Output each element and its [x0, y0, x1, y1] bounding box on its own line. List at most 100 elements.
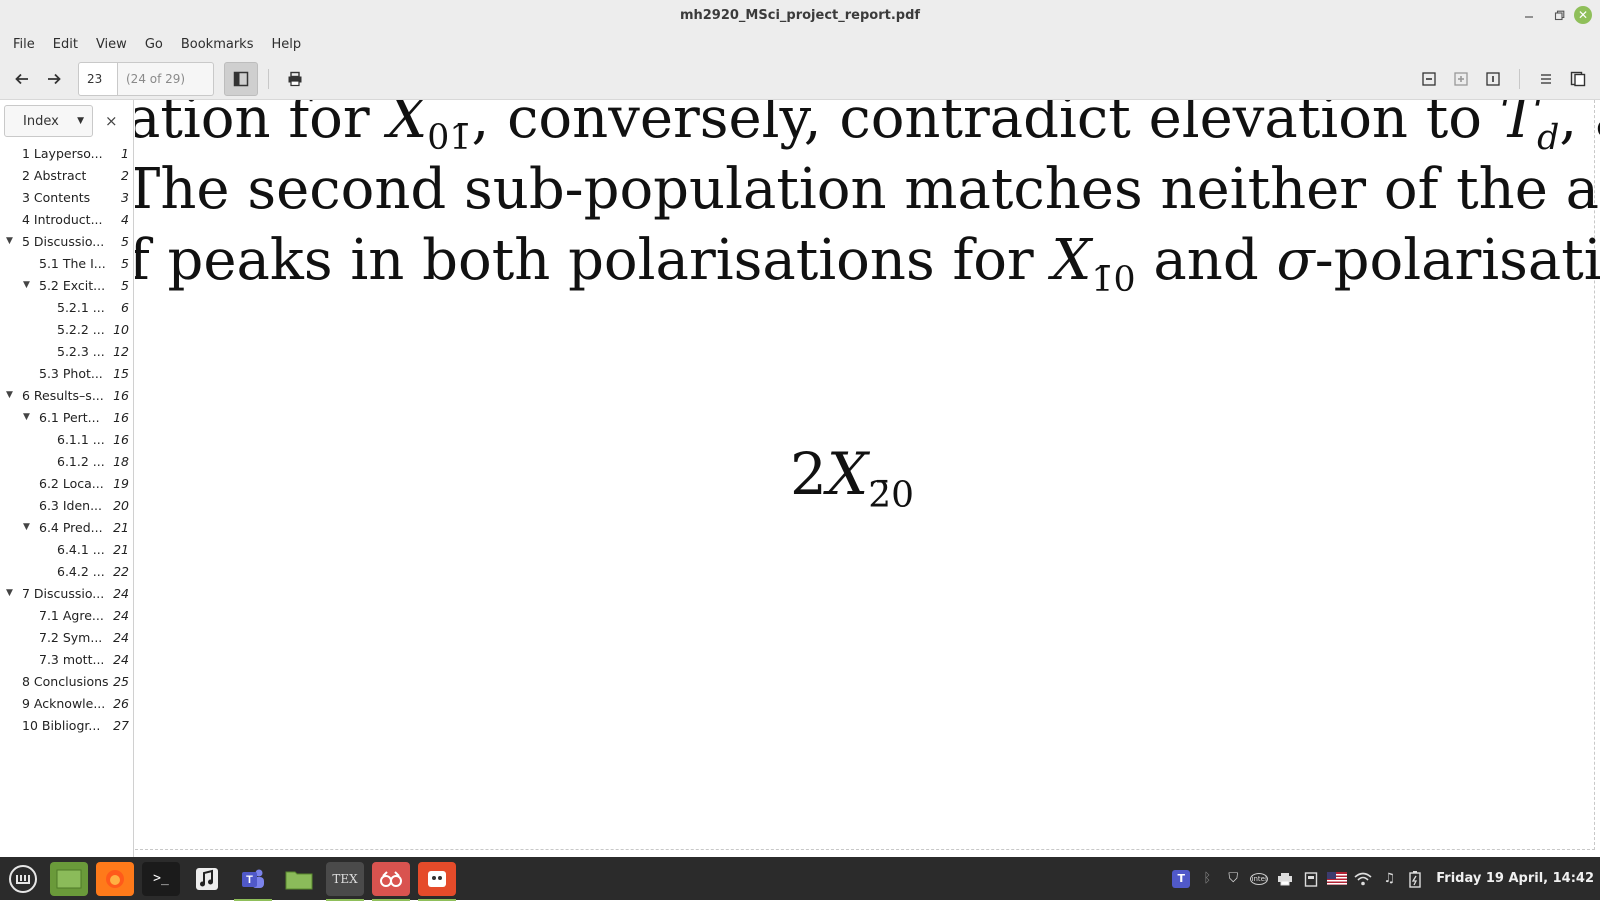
toc-item[interactable]: 5.3 Phot... 15	[0, 362, 133, 384]
toc-item-page: 16	[113, 387, 129, 403]
us-flag-icon[interactable]	[1326, 868, 1348, 890]
intel-icon[interactable]: intel	[1248, 868, 1270, 890]
toc-item-page: 16	[113, 409, 129, 425]
toc-item[interactable]: 9 Acknowle... 26	[0, 692, 133, 714]
sound-icon[interactable]: ♫	[1378, 868, 1400, 890]
toc-item[interactable]: ▼ 6.4 Pred... 21	[0, 516, 133, 538]
shield-icon[interactable]: ⛉	[1222, 868, 1244, 890]
terminal-icon[interactable]: >_	[142, 861, 180, 896]
expander-arrow-icon[interactable]: ▼	[6, 236, 16, 246]
toc-item[interactable]: 8 Conclusions 25	[0, 670, 133, 692]
toc-item-label: 3 Contents	[22, 189, 91, 205]
toc-item[interactable]: ▼ 6.1 Pert... 16	[0, 406, 133, 428]
document-text-line: ation for X01̄, conversely, contradict e…	[135, 100, 1600, 159]
dropdown-arrow-icon: ▼	[77, 116, 84, 126]
fit-page-icon[interactable]	[1477, 63, 1509, 95]
toc-item-label: 6.1.2 ...	[57, 453, 105, 469]
toc-item[interactable]: ▼ 5.2 Excit... 5	[0, 274, 133, 296]
sidebar-toggle-button[interactable]	[224, 61, 258, 96]
menu-icon[interactable]	[4, 862, 42, 896]
toolbar-separator	[268, 68, 269, 89]
toc-item[interactable]: ▼ 5 Discussio... 5	[0, 230, 133, 252]
toc-item-label: 6.1 Pert...	[39, 409, 100, 425]
toc-item[interactable]: 10 Bibliogr... 27	[0, 714, 133, 736]
expander-arrow-icon[interactable]: ▼	[23, 522, 33, 532]
toc-item[interactable]: ▼ 6 Results–s... 16	[0, 384, 133, 406]
close-icon[interactable]: ✕	[1574, 6, 1592, 24]
battery-icon[interactable]	[1404, 868, 1426, 890]
expander-arrow-icon[interactable]: ▼	[23, 412, 33, 422]
toc-item-page: 2	[121, 167, 129, 183]
toc-item[interactable]: 5.2.3 ... 12	[0, 340, 133, 362]
dual-page-icon[interactable]	[1562, 63, 1594, 95]
gimp-icon[interactable]	[418, 861, 456, 901]
continuous-scroll-icon[interactable]	[1530, 63, 1562, 95]
toc-item-page: 24	[113, 651, 129, 667]
document-text-line: The second sub-population matches neithe…	[135, 157, 1600, 222]
expander-arrow-icon[interactable]: ▼	[6, 390, 16, 400]
toc-item-page: 15	[113, 365, 129, 381]
toc-item[interactable]: 4 Introduct... 4	[0, 208, 133, 230]
bluetooth-icon[interactable]: ᛒ	[1196, 868, 1218, 890]
sidebar-mode-select[interactable]: Index ▼	[4, 105, 93, 137]
toc-item-label: 5.2.1 ...	[57, 299, 105, 315]
menu-view[interactable]: View	[87, 37, 136, 52]
toc-item[interactable]: 5.2.2 ... 10	[0, 318, 133, 340]
toc-item-page: 24	[113, 607, 129, 623]
menu-help[interactable]: Help	[262, 37, 310, 52]
music-icon[interactable]	[188, 862, 226, 896]
menu-bookmarks[interactable]: Bookmarks	[172, 37, 263, 52]
toc-item[interactable]: 5.1 The I... 5	[0, 252, 133, 274]
menu-go[interactable]: Go	[136, 37, 172, 52]
toc-item[interactable]: 3 Contents 3	[0, 186, 133, 208]
toc-item[interactable]: 6.3 Iden... 20	[0, 494, 133, 516]
print-icon[interactable]	[279, 63, 311, 95]
page-number-input[interactable]: 23	[78, 61, 118, 96]
document-view[interactable]: ation for X01̄, conversely, contradict e…	[135, 100, 1600, 857]
pdf-reader-icon[interactable]	[372, 861, 410, 901]
clipboard-icon[interactable]	[1300, 868, 1322, 890]
toc-item[interactable]: 2 Abstract 2	[0, 164, 133, 186]
toc-item[interactable]: 7.2 Sym... 24	[0, 626, 133, 648]
toc-item[interactable]: 6.1.1 ... 16	[0, 428, 133, 450]
system-tray: T ᛒ ⛉ intel ♫ Friday 19 April, 14:42	[1168, 857, 1600, 900]
toc-item[interactable]: 6.1.2 ... 18	[0, 450, 133, 472]
toc-item[interactable]: 6.4.2 ... 22	[0, 560, 133, 582]
toc-item-page: 18	[113, 453, 129, 469]
wifi-icon[interactable]	[1352, 868, 1374, 890]
forward-arrow-icon[interactable]	[38, 63, 70, 95]
toc-item-label: 5.3 Phot...	[39, 365, 103, 381]
sidebar-close-icon[interactable]: ×	[105, 112, 118, 130]
toc-item[interactable]: 5.2.1 ... 6	[0, 296, 133, 318]
toc-item-label: 5.2.3 ...	[57, 343, 105, 359]
desktop-icon[interactable]	[50, 861, 88, 896]
clock[interactable]: Friday 19 April, 14:42	[1436, 871, 1594, 886]
firefox-icon[interactable]	[96, 861, 134, 896]
teams-tray-icon[interactable]: T	[1170, 868, 1192, 890]
toc-item[interactable]: 6.4.1 ... 21	[0, 538, 133, 560]
toc-item[interactable]: 7.3 mott... 24	[0, 648, 133, 670]
toc-item[interactable]: 6.2 Loca... 19	[0, 472, 133, 494]
expander-arrow-icon[interactable]: ▼	[23, 280, 33, 290]
printer-icon[interactable]	[1274, 868, 1296, 890]
zoom-out-icon[interactable]	[1413, 63, 1445, 95]
toc-item[interactable]: ▼ 7 Discussio... 24	[0, 582, 133, 604]
zoom-in-icon[interactable]	[1445, 63, 1477, 95]
expander-arrow-icon[interactable]: ▼	[6, 588, 16, 598]
back-arrow-icon[interactable]	[6, 63, 38, 95]
window-controls: ✕	[1514, 0, 1600, 30]
menu-edit[interactable]: Edit	[44, 37, 87, 52]
toc-item[interactable]: 7.1 Agre... 24	[0, 604, 133, 626]
window-title: mh2920_MSci_project_report.pdf	[679, 7, 921, 23]
toc-item-label: 7 Discussio...	[22, 585, 105, 601]
toc-item-label: 2 Abstract	[22, 167, 87, 183]
maximize-icon[interactable]	[1544, 0, 1574, 30]
toc-item-label: 7.3 mott...	[39, 651, 105, 667]
toc-item[interactable]: 1 Layperso... 1	[0, 142, 133, 164]
toc-item-page: 21	[113, 519, 129, 535]
files-icon[interactable]	[280, 862, 318, 896]
menu-file[interactable]: File	[4, 37, 44, 52]
minimize-icon[interactable]	[1514, 0, 1544, 30]
tex-icon[interactable]: TEX	[326, 861, 364, 901]
teams-icon[interactable]: T	[234, 862, 272, 901]
